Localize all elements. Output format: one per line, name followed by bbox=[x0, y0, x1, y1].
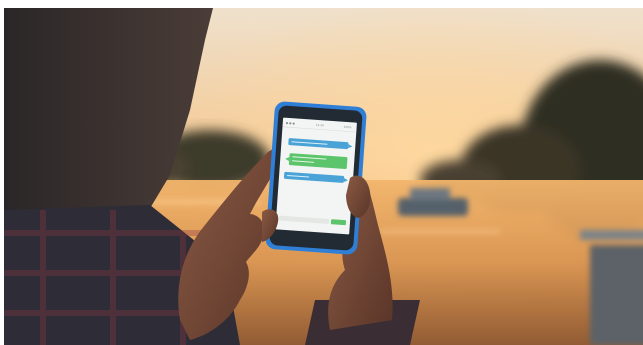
frame-left bbox=[0, 0, 4, 345]
send-button[interactable] bbox=[330, 219, 347, 226]
status-battery: 100% bbox=[343, 125, 352, 130]
status-left: ● ● ● bbox=[286, 121, 296, 126]
photo-scene: ● ● ● 12:34 100% bbox=[0, 0, 643, 345]
frame-top bbox=[0, 0, 643, 8]
scene-svg: ● ● ● 12:34 100% bbox=[0, 0, 643, 345]
status-time: 12:34 bbox=[316, 123, 325, 128]
